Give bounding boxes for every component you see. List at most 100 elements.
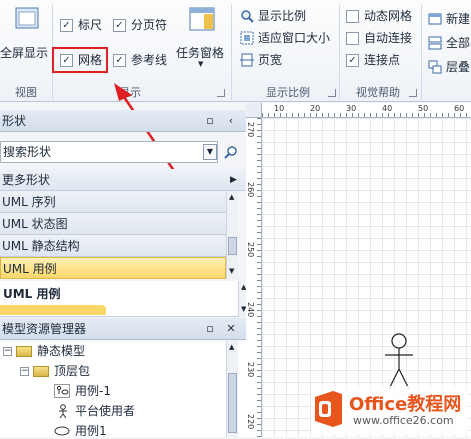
package-icon xyxy=(33,365,49,377)
ruler-tick-label: 270 xyxy=(246,122,255,138)
explorer-scrollbar[interactable]: ▲ xyxy=(226,341,238,437)
stencil-label: UML 状态图 xyxy=(2,217,68,231)
zoom-group-label: 显示比例 xyxy=(266,86,310,99)
dynamic-grid-label: 动态网格 xyxy=(364,9,413,23)
group-divider xyxy=(231,4,232,100)
restore-icon[interactable]: ▫ xyxy=(203,322,217,336)
fit-window-icon xyxy=(240,31,254,45)
page-break-checkbox[interactable]: 分页符 xyxy=(113,18,167,32)
office-logo-icon xyxy=(315,391,342,427)
ribbon: 全屏显示 视图 标尺 分页符 网格 参考线 任务窗格 ▼ 显示 显示比例 适应窗 xyxy=(0,0,471,102)
guides-checkbox[interactable]: 参考线 xyxy=(113,53,167,67)
new-window-button[interactable]: 新建 xyxy=(428,12,470,26)
arrange-all-button[interactable]: 全部 xyxy=(428,36,470,50)
guides-label: 参考线 xyxy=(131,53,168,67)
scroll-thumb[interactable] xyxy=(228,237,237,255)
tree-item-platform-user[interactable]: 平台使用者 xyxy=(57,403,135,419)
connection-points-check-icon xyxy=(346,53,359,67)
ruler-checkbox[interactable]: 标尺 xyxy=(60,18,102,32)
use-case-icon xyxy=(54,426,70,436)
watermark: Office教程网 www.office26.com xyxy=(311,386,469,434)
stencil-scrollbar[interactable]: ▲ ▼ xyxy=(226,191,238,279)
vertical-ruler[interactable]: 270 260 250 240 230 220 xyxy=(246,118,262,437)
chevron-up-icon: ▲ xyxy=(229,193,235,201)
more-shapes-label: 更多形状 xyxy=(2,173,51,187)
task-panes-label: 任务窗格 xyxy=(176,46,225,60)
magnifier-icon xyxy=(241,10,254,23)
autoconnect-checkbox[interactable]: 自动连接 xyxy=(346,31,412,45)
ruler-tick-label: 250 xyxy=(246,242,255,258)
horizontal-ruler[interactable]: 10 20 30 40 50 60 xyxy=(262,103,471,118)
watermark-brand: Office教程网 xyxy=(349,394,462,415)
stencil-label: UML 序列 xyxy=(2,195,56,209)
cascade-label: 层叠 xyxy=(446,60,471,74)
shapes-panel-title: 形状 xyxy=(2,114,27,128)
page-break-check-icon xyxy=(113,18,126,32)
ruler-check-icon xyxy=(60,18,73,32)
scroll-thumb[interactable] xyxy=(228,373,237,433)
use-case-diagram-icon xyxy=(54,384,70,398)
chevron-right-icon: ▶ xyxy=(230,175,237,185)
ruler-label: 标尺 xyxy=(78,18,103,32)
grid-highlight-box xyxy=(52,47,108,73)
collapse-icon[interactable]: ‹ xyxy=(224,114,238,128)
tree-item-label: 平台使用者 xyxy=(75,404,136,418)
actor-icon xyxy=(59,404,67,418)
search-icon[interactable] xyxy=(224,145,238,159)
dialog-launcher-icon[interactable] xyxy=(328,89,336,97)
stencil-item-uml-use-case[interactable]: UML 用例 xyxy=(0,257,226,279)
ruler-tick-label: 30 xyxy=(346,104,357,113)
collapse-toggle-icon[interactable]: − xyxy=(3,346,12,356)
arrange-all-icon xyxy=(428,36,442,50)
tree-item-static-model[interactable]: − 静态模型 xyxy=(3,343,85,359)
ruler-tick-label: 50 xyxy=(418,104,429,113)
stencil-item-uml-sequence[interactable]: UML 序列 xyxy=(0,191,226,213)
ruler-tick-label: 230 xyxy=(246,362,255,378)
full-screen-icon xyxy=(15,7,39,29)
stencil-item-uml-static-structure[interactable]: UML 静态结构 xyxy=(0,235,226,257)
ruler-tick-label: 40 xyxy=(382,104,393,113)
page-width-label: 页宽 xyxy=(258,53,283,67)
chevron-down-icon: ▼ xyxy=(198,60,204,68)
more-shapes-item[interactable]: 更多形状 ▶ xyxy=(0,169,246,191)
collapse-toggle-icon[interactable]: − xyxy=(20,366,29,376)
task-panes-button[interactable]: 任务窗格 ▼ xyxy=(176,6,228,70)
tree-item-use-case-1[interactable]: 用例-1 xyxy=(54,383,111,399)
model-explorer-title: 模型资源管理器 xyxy=(2,322,87,336)
arrange-all-label: 全部 xyxy=(446,36,471,50)
package-icon xyxy=(16,345,32,357)
dynamic-grid-check-icon xyxy=(346,9,359,23)
ruler-corner xyxy=(246,103,262,118)
chevron-down-icon: ▼ xyxy=(229,267,235,275)
full-screen-button[interactable]: 全屏显示 xyxy=(0,4,50,64)
chevron-up-icon: ▲ xyxy=(229,343,235,351)
watermark-url: www.office26.com xyxy=(353,414,454,427)
page-break-label: 分页符 xyxy=(131,18,168,32)
ruler-tick-label: 260 xyxy=(246,182,255,198)
close-icon[interactable]: ✕ xyxy=(224,322,238,336)
stencil-item-uml-statechart[interactable]: UML 状态图 xyxy=(0,213,226,235)
page-width-button[interactable]: 页宽 xyxy=(240,53,282,67)
fit-window-button[interactable]: 适应窗口大小 xyxy=(240,31,330,45)
connection-points-checkbox[interactable]: 连接点 xyxy=(346,53,400,67)
tree-item-label: 静态模型 xyxy=(37,344,86,358)
dialog-launcher-icon[interactable] xyxy=(409,89,417,97)
dialog-launcher-icon[interactable] xyxy=(217,89,225,97)
zoom-label: 显示比例 xyxy=(258,9,307,23)
ruler-tick-label: 220 xyxy=(246,414,255,430)
chevron-down-icon[interactable]: ▼ xyxy=(203,144,217,160)
group-divider xyxy=(339,4,340,100)
shape-search-input[interactable]: 搜索形状 xyxy=(0,141,218,163)
tree-item-top-package[interactable]: − 顶层包 xyxy=(20,363,90,379)
ruler-tick-label: 10 xyxy=(274,104,285,113)
view-group-label: 视图 xyxy=(15,86,37,99)
page-width-icon xyxy=(240,53,254,67)
stencil-label: UML 用例 xyxy=(3,262,57,276)
cascade-button[interactable]: 层叠 xyxy=(428,60,470,74)
dynamic-grid-checkbox[interactable]: 动态网格 xyxy=(346,9,412,23)
actor-shape[interactable] xyxy=(383,333,415,391)
zoom-button[interactable]: 显示比例 xyxy=(240,9,306,23)
stencil-header-title: UML 用例 xyxy=(3,287,61,301)
show-group-label: 显示 xyxy=(119,86,141,99)
restore-icon[interactable]: ▫ xyxy=(203,114,217,128)
